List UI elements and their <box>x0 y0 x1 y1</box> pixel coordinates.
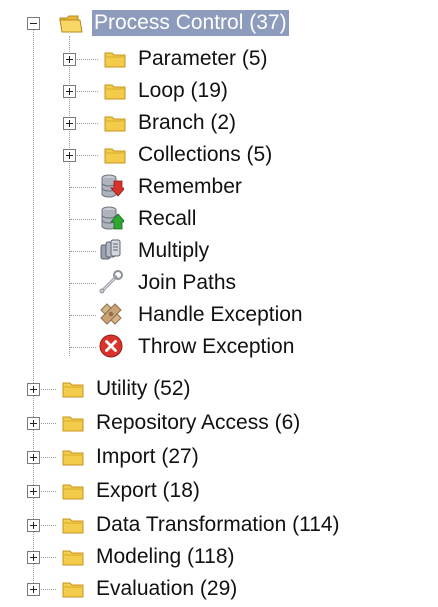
expand-icon[interactable] <box>63 117 76 130</box>
expand-icon[interactable] <box>27 551 40 564</box>
expand-icon[interactable] <box>63 53 76 66</box>
tree-node-label[interactable]: Loop (19) <box>136 78 230 104</box>
tree-node-join-paths[interactable]: Join Paths <box>0 268 438 298</box>
folder-icon <box>104 84 126 100</box>
tree-node-label[interactable]: Modeling (118) <box>94 544 237 570</box>
folder-open-icon <box>59 15 83 33</box>
handle-exception-icon <box>100 303 122 325</box>
tree-node-label[interactable]: Handle Exception <box>136 302 305 328</box>
tree-node-label[interactable]: Import (27) <box>94 444 201 470</box>
tree-node-data-transformation[interactable]: Data Transformation (114) <box>0 510 438 540</box>
tree-node-collections[interactable]: Collections (5) <box>0 140 438 170</box>
expand-icon[interactable] <box>63 149 76 162</box>
expand-icon[interactable] <box>27 417 40 430</box>
tree-node-label[interactable]: Throw Exception <box>136 334 296 360</box>
multiply-icon <box>100 239 121 260</box>
folder-icon <box>62 518 84 534</box>
expand-icon[interactable] <box>63 85 76 98</box>
tree-node-recall[interactable]: Recall <box>0 204 438 234</box>
tree-node-multiply[interactable]: Multiply <box>0 236 438 266</box>
tree-node-throw-exception[interactable]: Throw Exception <box>0 332 438 362</box>
tree-node-label[interactable]: Process Control (37) <box>92 10 289 36</box>
tree-node-label[interactable]: Collections (5) <box>136 142 274 168</box>
folder-icon <box>62 450 84 466</box>
tree-node-repository-access[interactable]: Repository Access (6) <box>0 408 438 438</box>
tree-node-label[interactable]: Parameter (5) <box>136 46 270 72</box>
throw-exception-icon <box>99 334 123 358</box>
tree-node-label[interactable]: Remember <box>136 174 244 200</box>
tree-node-label[interactable]: Recall <box>136 206 198 232</box>
expand-icon[interactable] <box>27 583 40 596</box>
folder-icon <box>62 382 84 398</box>
folder-icon <box>62 484 84 500</box>
tree-node-utility[interactable]: Utility (52) <box>0 374 438 404</box>
tree-node-label[interactable]: Branch (2) <box>136 110 238 136</box>
tree-node-parameter[interactable]: Parameter (5) <box>0 44 438 74</box>
tree-node-label[interactable]: Data Transformation (114) <box>94 512 342 538</box>
folder-icon <box>104 52 126 68</box>
recall-icon <box>101 206 124 230</box>
tree-node-label[interactable]: Evaluation (29) <box>94 576 239 602</box>
folder-icon <box>62 416 84 432</box>
tree-node-label[interactable]: Join Paths <box>136 270 238 296</box>
expand-icon[interactable] <box>27 383 40 396</box>
collapse-icon[interactable] <box>27 17 40 30</box>
tree-node-import[interactable]: Import (27) <box>0 442 438 472</box>
tree-node-export[interactable]: Export (18) <box>0 476 438 506</box>
tree-node-label[interactable]: Multiply <box>136 238 211 264</box>
tree-node-loop[interactable]: Loop (19) <box>0 76 438 106</box>
expand-icon[interactable] <box>27 485 40 498</box>
tree-node-modeling[interactable]: Modeling (118) <box>0 542 438 572</box>
tree-node-label[interactable]: Utility (52) <box>94 376 193 402</box>
folder-icon <box>104 116 126 132</box>
folder-icon <box>62 582 84 598</box>
tree-node-remember[interactable]: Remember <box>0 172 438 202</box>
expand-icon[interactable] <box>27 451 40 464</box>
tree-node-process-control[interactable]: Process Control (37) <box>0 8 438 38</box>
operator-tree: Process Control (37) Parameter (5) Loop … <box>0 0 438 607</box>
expand-icon[interactable] <box>27 519 40 532</box>
join-paths-icon <box>99 270 123 294</box>
folder-icon <box>104 148 126 164</box>
tree-node-label[interactable]: Repository Access (6) <box>94 410 302 436</box>
tree-node-branch[interactable]: Branch (2) <box>0 108 438 138</box>
tree-node-label[interactable]: Export (18) <box>94 478 202 504</box>
remember-icon <box>101 174 124 198</box>
folder-icon <box>62 550 84 566</box>
tree-node-evaluation[interactable]: Evaluation (29) <box>0 574 438 604</box>
tree-node-handle-exception[interactable]: Handle Exception <box>0 300 438 330</box>
